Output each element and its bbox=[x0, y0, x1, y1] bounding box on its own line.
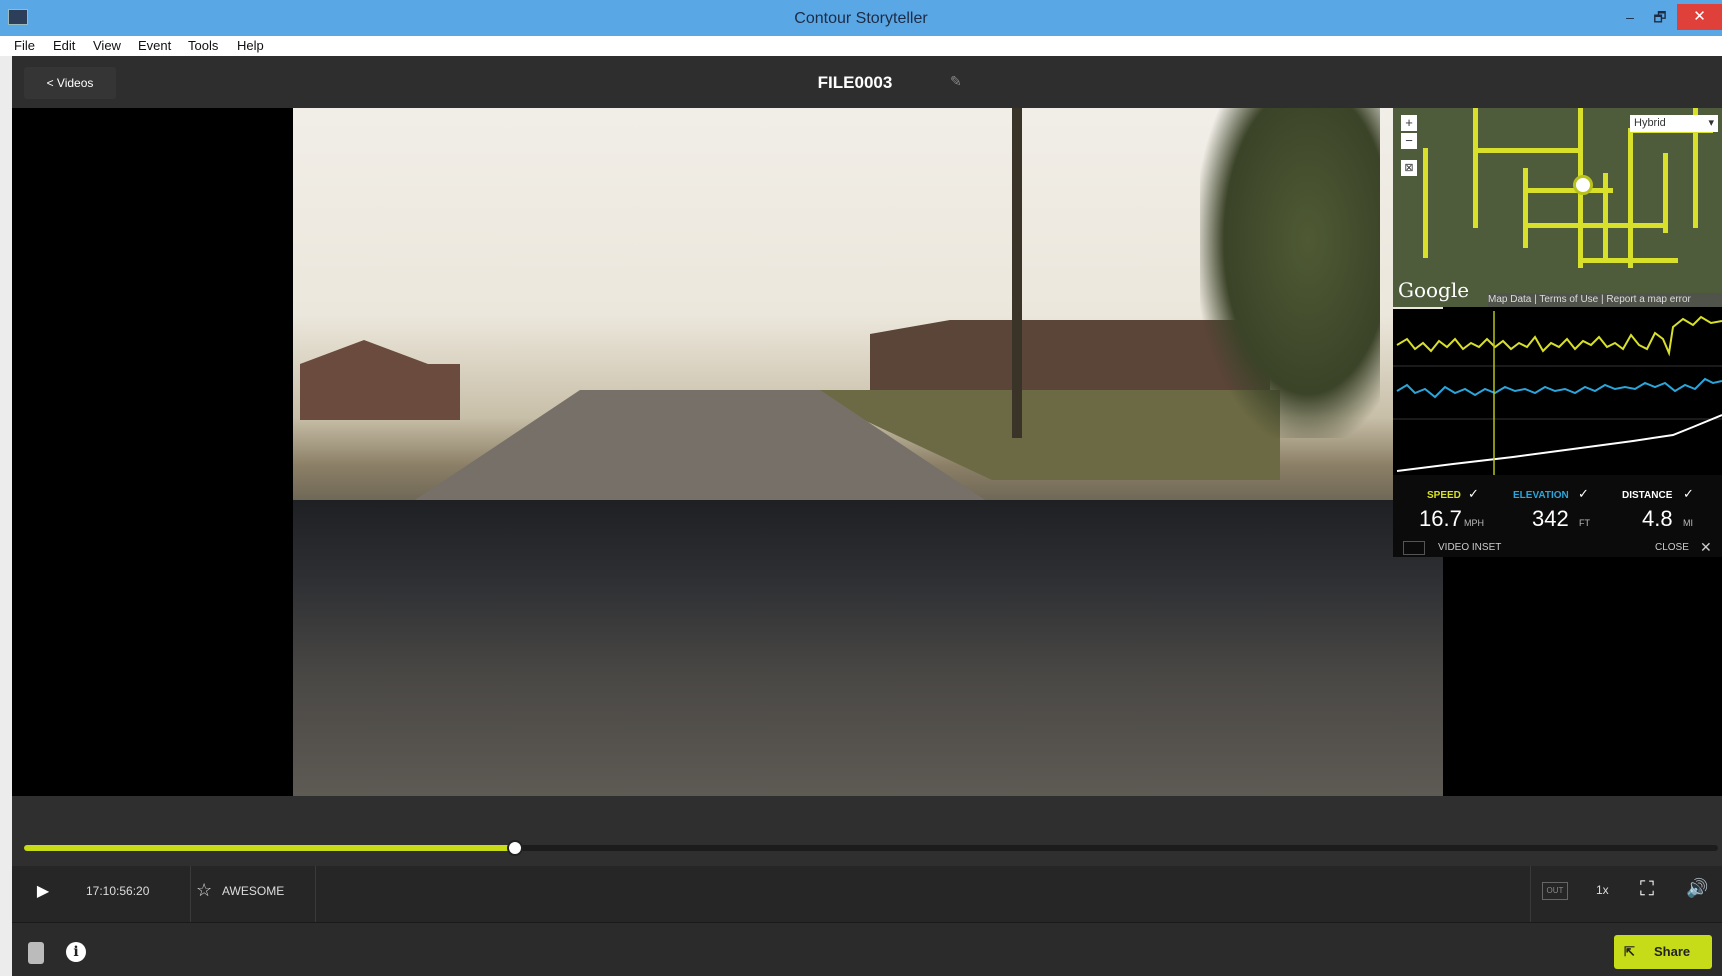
share-icon: ⇱ bbox=[1624, 944, 1635, 959]
telemetry-graphs[interactable] bbox=[1393, 309, 1722, 475]
video-inset-row: VIDEO INSET CLOSE ✕ bbox=[1393, 538, 1722, 558]
play-icon[interactable]: ▶ bbox=[30, 878, 56, 906]
divider bbox=[1530, 866, 1531, 922]
close-overlay-label[interactable]: CLOSE bbox=[1655, 542, 1689, 553]
fullscreen-icon[interactable]: ⛶ bbox=[1640, 878, 1654, 901]
file-title: FILE0003 bbox=[817, 73, 893, 92]
map-position-marker bbox=[1573, 175, 1593, 195]
menu-event[interactable]: Event bbox=[138, 36, 171, 56]
map-data-link[interactable]: Map Data bbox=[1488, 294, 1531, 305]
divider bbox=[190, 866, 191, 922]
pencil-icon[interactable]: ✎ bbox=[950, 73, 966, 89]
share-label: Share bbox=[1654, 944, 1691, 959]
speed-unit: MPH bbox=[1464, 518, 1484, 528]
speed-check-icon[interactable]: ✓ bbox=[1468, 486, 1479, 502]
footer-bar bbox=[12, 922, 1722, 976]
menu-edit[interactable]: Edit bbox=[53, 36, 75, 56]
google-logo: Google bbox=[1398, 278, 1470, 302]
video-inset-icon[interactable] bbox=[1403, 541, 1425, 555]
video-inset-toggle-icon[interactable]: OUT bbox=[1542, 882, 1568, 900]
video-scene-tree bbox=[1200, 108, 1380, 438]
timecode: 17:10:56:20 bbox=[86, 884, 150, 898]
map-attribution: Map Data | Terms of Use | Report a map e… bbox=[1488, 293, 1722, 307]
info-icon[interactable]: i bbox=[66, 942, 86, 962]
divider bbox=[315, 866, 316, 922]
elevation-value: 342 bbox=[1532, 506, 1569, 531]
menu-view[interactable]: View bbox=[93, 36, 121, 56]
share-button[interactable]: ⇱ Share bbox=[1614, 935, 1712, 969]
report-map-error-link[interactable]: Report a map error bbox=[1606, 294, 1690, 305]
distance-graph-line bbox=[1396, 414, 1722, 472]
volume-icon[interactable]: 🔊 bbox=[1686, 878, 1708, 899]
map-recenter-icon[interactable]: ⊠ bbox=[1401, 160, 1417, 176]
playback-speed-button[interactable]: 1x bbox=[1596, 883, 1609, 897]
map-type-value: Hybrid bbox=[1634, 117, 1666, 129]
terms-of-use-link[interactable]: Terms of Use bbox=[1539, 294, 1598, 305]
video-scene-dashboard bbox=[293, 500, 1443, 796]
distance-value: 4.8 bbox=[1642, 506, 1673, 531]
close-icon[interactable]: ✕ bbox=[1700, 539, 1712, 556]
distance-unit: MI bbox=[1683, 518, 1693, 528]
camera-device-icon[interactable] bbox=[28, 942, 44, 964]
menu-tools[interactable]: Tools bbox=[188, 36, 218, 56]
timeline-progress bbox=[24, 845, 515, 851]
star-icon[interactable]: ☆ bbox=[196, 880, 212, 901]
window-title: Contour Storyteller bbox=[794, 10, 928, 27]
telemetry-graph-svg bbox=[1393, 311, 1722, 475]
distance-check-icon[interactable]: ✓ bbox=[1683, 486, 1694, 502]
distance-label: DISTANCE bbox=[1622, 490, 1673, 501]
minimize-button[interactable]: – bbox=[1615, 6, 1645, 28]
elevation-graph-line bbox=[1396, 377, 1722, 399]
map-type-select[interactable]: Hybrid ▾ bbox=[1630, 115, 1718, 132]
speed-value: 16.7 bbox=[1419, 506, 1462, 531]
speed-label: SPEED bbox=[1427, 490, 1461, 501]
menu-file[interactable]: File bbox=[14, 36, 35, 56]
back-to-videos-button[interactable]: < Videos bbox=[24, 67, 116, 99]
restore-button[interactable]: 🗗 bbox=[1645, 6, 1675, 28]
elevation-check-icon[interactable]: ✓ bbox=[1578, 486, 1589, 502]
video-scene-pole bbox=[1012, 108, 1022, 438]
timeline-area bbox=[12, 796, 1722, 866]
menu-help[interactable]: Help bbox=[237, 36, 264, 56]
close-window-button[interactable]: ✕ bbox=[1677, 4, 1722, 30]
elevation-unit: FT bbox=[1579, 518, 1590, 528]
awesome-button[interactable]: AWESOME bbox=[222, 884, 284, 898]
map-zoom-in-button[interactable]: + bbox=[1401, 115, 1417, 131]
map-zoom-out-button[interactable]: − bbox=[1401, 133, 1417, 149]
divider bbox=[12, 922, 1722, 923]
video-inset-label[interactable]: VIDEO INSET bbox=[1438, 542, 1501, 553]
speed-graph-line bbox=[1396, 315, 1722, 357]
window-edge bbox=[0, 56, 12, 976]
elevation-label: ELEVATION bbox=[1513, 490, 1569, 501]
chevron-down-icon: ▾ bbox=[1708, 117, 1714, 129]
timeline-scrubber-handle[interactable] bbox=[507, 840, 523, 856]
